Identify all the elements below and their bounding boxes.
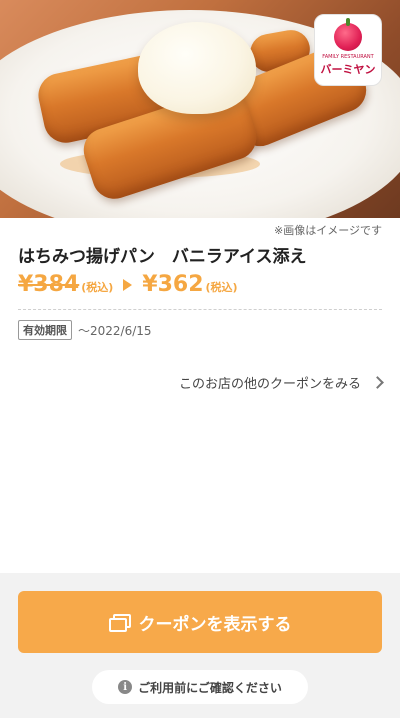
other-coupons-link[interactable]: このお店の他のクーポンをみる	[178, 373, 384, 392]
logo-brand-name: バーミヤン	[320, 63, 376, 76]
peach-logo-icon	[334, 18, 362, 51]
original-price-tax-label: (税込)	[81, 281, 114, 294]
coupon-icon	[108, 614, 131, 632]
logo-tagline: FAMILY RESTAURANT	[322, 54, 374, 60]
info-icon: i	[118, 680, 133, 694]
sale-price: ¥362	[142, 272, 204, 297]
vanilla-ice-cream	[138, 22, 256, 114]
arrow-right-icon	[123, 278, 133, 291]
sale-price-tax-label: (税込)	[205, 281, 238, 294]
image-disclaimer: ※画像はイメージです	[274, 224, 382, 237]
hero-image: FAMILY RESTAURANT バーミヤン	[0, 0, 400, 218]
show-coupon-button[interactable]: クーポンを表示する	[18, 591, 382, 653]
chevron-right-icon	[371, 376, 384, 389]
divider	[18, 309, 382, 310]
brand-logo: FAMILY RESTAURANT バーミヤン	[314, 14, 382, 86]
confirm-before-use-button[interactable]: i ご利用前にご確認ください	[92, 670, 308, 704]
confirm-before-use-label: ご利用前にご確認ください	[138, 680, 282, 695]
original-price: ¥384	[18, 272, 80, 297]
show-coupon-label: クーポンを表示する	[138, 614, 292, 635]
footer: クーポンを表示する i ご利用前にご確認ください	[0, 573, 400, 718]
product-title: はちみつ揚げパン バニラアイス添え	[18, 247, 307, 267]
price-row: ¥384 (税込) ¥362 (税込)	[18, 272, 238, 297]
validity-row: 有効期限 〜2022/6/15	[18, 320, 152, 340]
validity-badge: 有効期限	[18, 320, 72, 340]
validity-date: 〜2022/6/15	[78, 323, 152, 338]
other-coupons-label: このお店の他のクーポンをみる	[178, 377, 361, 392]
